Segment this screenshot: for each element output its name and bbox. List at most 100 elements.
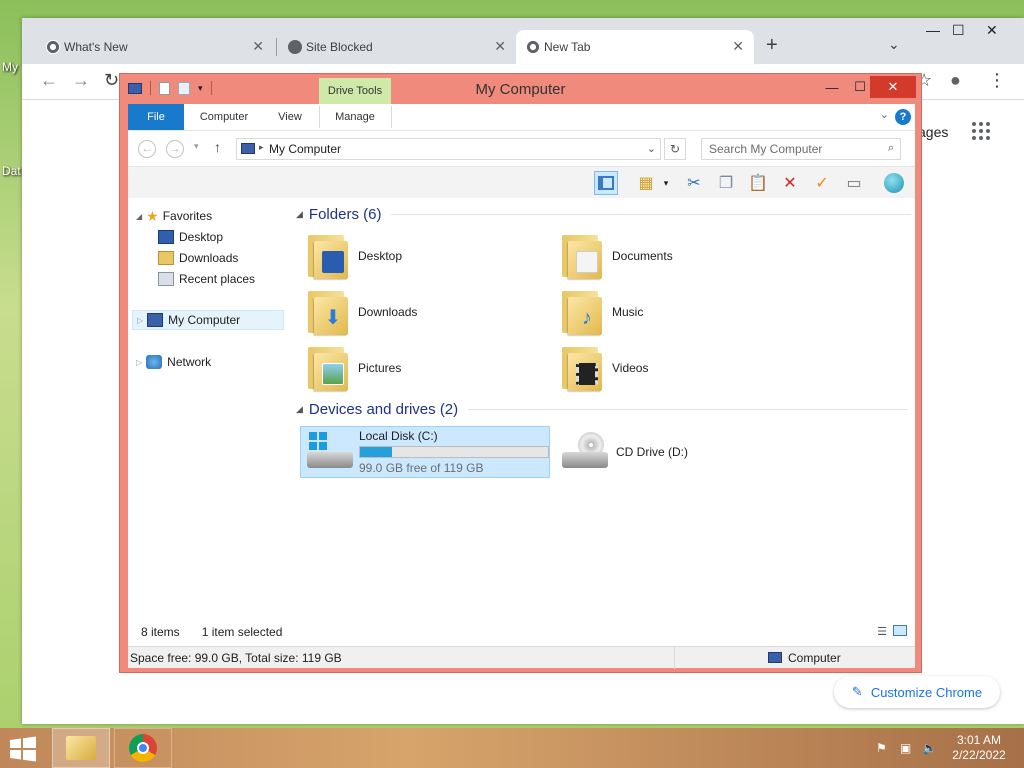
address-dropdown-chevron-icon[interactable]: ⌄ (647, 142, 656, 155)
nav-label: Network (167, 355, 212, 369)
checkmark-icon[interactable]: ✓ (810, 171, 834, 195)
paste-icon[interactable]: 📋 (746, 171, 770, 195)
expand-arrow-icon[interactable]: ▷ (137, 316, 143, 325)
drive-cd-d[interactable]: CD Drive (D:) (556, 426, 756, 478)
tab-whats-new[interactable]: What's New ✕ (36, 30, 274, 64)
nav-item-my-computer[interactable]: ▷ My Computer (132, 310, 284, 330)
music-folder-icon: ♪ (560, 289, 604, 335)
close-icon[interactable]: ✕ (252, 38, 264, 55)
ribbon-tabs: File Computer View Manage ⌄ ? (128, 104, 915, 130)
preview-pane-icon[interactable] (594, 171, 618, 195)
folder-pictures[interactable]: Pictures (306, 342, 506, 394)
folder-label: Videos (612, 361, 649, 375)
tab-search-chevron-icon[interactable]: ⌄ (888, 36, 900, 53)
customize-chrome-button[interactable]: ✎ Customize Chrome (834, 676, 1000, 708)
address-row: ← → ▾ ↑ ▸ My Computer ⌄ ↻ Search My Comp… (128, 130, 915, 166)
folder-desktop[interactable]: Desktop (306, 230, 506, 282)
folder-label: Pictures (358, 361, 402, 375)
nav-item-recent-places[interactable]: Recent places (158, 269, 255, 289)
folder-options-icon[interactable]: ▦ (634, 171, 658, 195)
folders-group-header[interactable]: ◢ Folders (6) (296, 206, 912, 223)
reload-icon[interactable]: ↻ (104, 70, 119, 91)
help-icon[interactable]: ? (895, 109, 911, 125)
refresh-icon[interactable]: ↻ (664, 138, 686, 160)
minimize-icon[interactable]: — (926, 22, 940, 38)
collapse-arrow-icon[interactable]: ◢ (296, 209, 303, 220)
tab-label: Site Blocked (306, 40, 373, 54)
forward-arrow-icon[interactable]: → (72, 70, 90, 91)
address-bar[interactable]: ▸ My Computer ⌄ (236, 138, 661, 160)
close-window-icon[interactable]: ✕ (986, 22, 998, 39)
nav-item-network[interactable]: ▷ Network (136, 352, 211, 372)
recent-locations-chevron-icon[interactable]: ▾ (194, 141, 199, 152)
copy-icon[interactable]: ❐ (714, 171, 738, 195)
drive-usage-bar (359, 446, 549, 458)
cut-icon[interactable]: ✂ (682, 171, 706, 195)
close-icon[interactable]: ✕ (732, 38, 744, 55)
devices-group-header[interactable]: ◢ Devices and drives (2) (296, 401, 909, 418)
desktop-icon-label[interactable]: My (2, 60, 18, 74)
computer-icon (147, 313, 164, 327)
folder-downloads[interactable]: ⬇ Downloads (306, 286, 506, 338)
expand-arrow-icon[interactable]: ◢ (136, 212, 142, 221)
desktop-icon-label[interactable]: Dat (2, 164, 21, 178)
system-clock[interactable]: 3:01 AM 2/22/2022 (940, 733, 1018, 763)
up-arrow-icon[interactable]: ↑ (214, 139, 221, 155)
rename-icon[interactable]: ▭ (842, 171, 866, 195)
window-title: My Computer (475, 81, 566, 98)
google-apps-icon[interactable] (972, 122, 990, 140)
tab-computer[interactable]: Computer (192, 104, 256, 130)
collapse-arrow-icon[interactable]: ◢ (296, 404, 303, 415)
group-title: Devices and drives (2) (308, 401, 459, 418)
menu-kebab-icon[interactable]: ⋮ (988, 70, 1006, 91)
start-windows-icon[interactable] (8, 736, 40, 762)
tab-manage[interactable]: Manage (326, 104, 384, 130)
drive-local-disk-c[interactable]: Local Disk (C:) 99.0 GB free of 119 GB (300, 426, 550, 478)
folder-music[interactable]: ♪ Music (560, 286, 760, 338)
expand-arrow-icon[interactable]: ▷ (136, 358, 142, 367)
expand-ribbon-chevron-icon[interactable]: ⌄ (880, 108, 889, 121)
images-link[interactable]: ages (918, 124, 948, 140)
minimize-icon[interactable]: — (818, 76, 846, 98)
command-bar: ▦ ▾ ✂ ❐ 📋 ✕ ✓ ▭ (128, 166, 915, 198)
tab-site-blocked[interactable]: Site Blocked ✕ (278, 30, 516, 64)
delete-icon[interactable]: ✕ (778, 171, 802, 195)
nav-label: Desktop (179, 230, 224, 244)
recent-places-icon (158, 272, 174, 286)
network-tray-icon[interactable]: ▣ (900, 741, 911, 755)
folder-documents[interactable]: Documents (560, 230, 760, 282)
close-icon[interactable]: ✕ (494, 38, 506, 55)
large-icons-view-icon[interactable] (893, 625, 907, 636)
action-center-flag-icon[interactable]: ⚑ (876, 741, 887, 755)
windows-drive-icon (305, 430, 353, 474)
tab-file[interactable]: File (128, 104, 184, 130)
taskbar-file-explorer[interactable] (52, 728, 110, 768)
selection-count: 1 item selected (201, 625, 283, 639)
forward-arrow-icon[interactable]: → (166, 140, 184, 158)
videos-folder-icon (560, 345, 604, 391)
details-view-icon[interactable]: ☰ (877, 625, 887, 638)
globe-icon[interactable] (882, 171, 906, 195)
profile-avatar-icon[interactable]: ● (950, 70, 961, 91)
breadcrumb-chevron-icon[interactable]: ▸ (259, 142, 264, 153)
options-chevron-icon[interactable]: ▾ (660, 171, 672, 195)
explorer-title-bar[interactable]: ▾ Drive Tools My Computer — ☐ ✕ (120, 74, 921, 104)
volume-muted-icon[interactable]: 🔈 (922, 741, 937, 755)
close-window-icon[interactable]: ✕ (870, 76, 916, 98)
folder-videos[interactable]: Videos (560, 342, 760, 394)
nav-item-desktop[interactable]: Desktop (158, 227, 223, 247)
nav-item-downloads[interactable]: Downloads (158, 248, 238, 268)
back-arrow-icon[interactable]: ← (40, 70, 58, 91)
drive-label: CD Drive (D:) (616, 445, 688, 459)
ribbon-separator (319, 106, 320, 128)
file-explorer-icon (66, 736, 96, 760)
tab-view[interactable]: View (268, 104, 312, 130)
maximize-icon[interactable]: ☐ (952, 22, 965, 39)
clock-date: 2/22/2022 (952, 748, 1006, 762)
new-tab-button[interactable]: + (766, 34, 778, 57)
taskbar-chrome[interactable] (114, 728, 172, 768)
back-arrow-icon[interactable]: ← (138, 140, 156, 158)
tab-new-tab[interactable]: New Tab ✕ (516, 30, 754, 64)
search-input[interactable]: Search My Computer ⌕ (701, 138, 901, 160)
nav-favorites[interactable]: ◢ ★ Favorites (136, 206, 212, 226)
